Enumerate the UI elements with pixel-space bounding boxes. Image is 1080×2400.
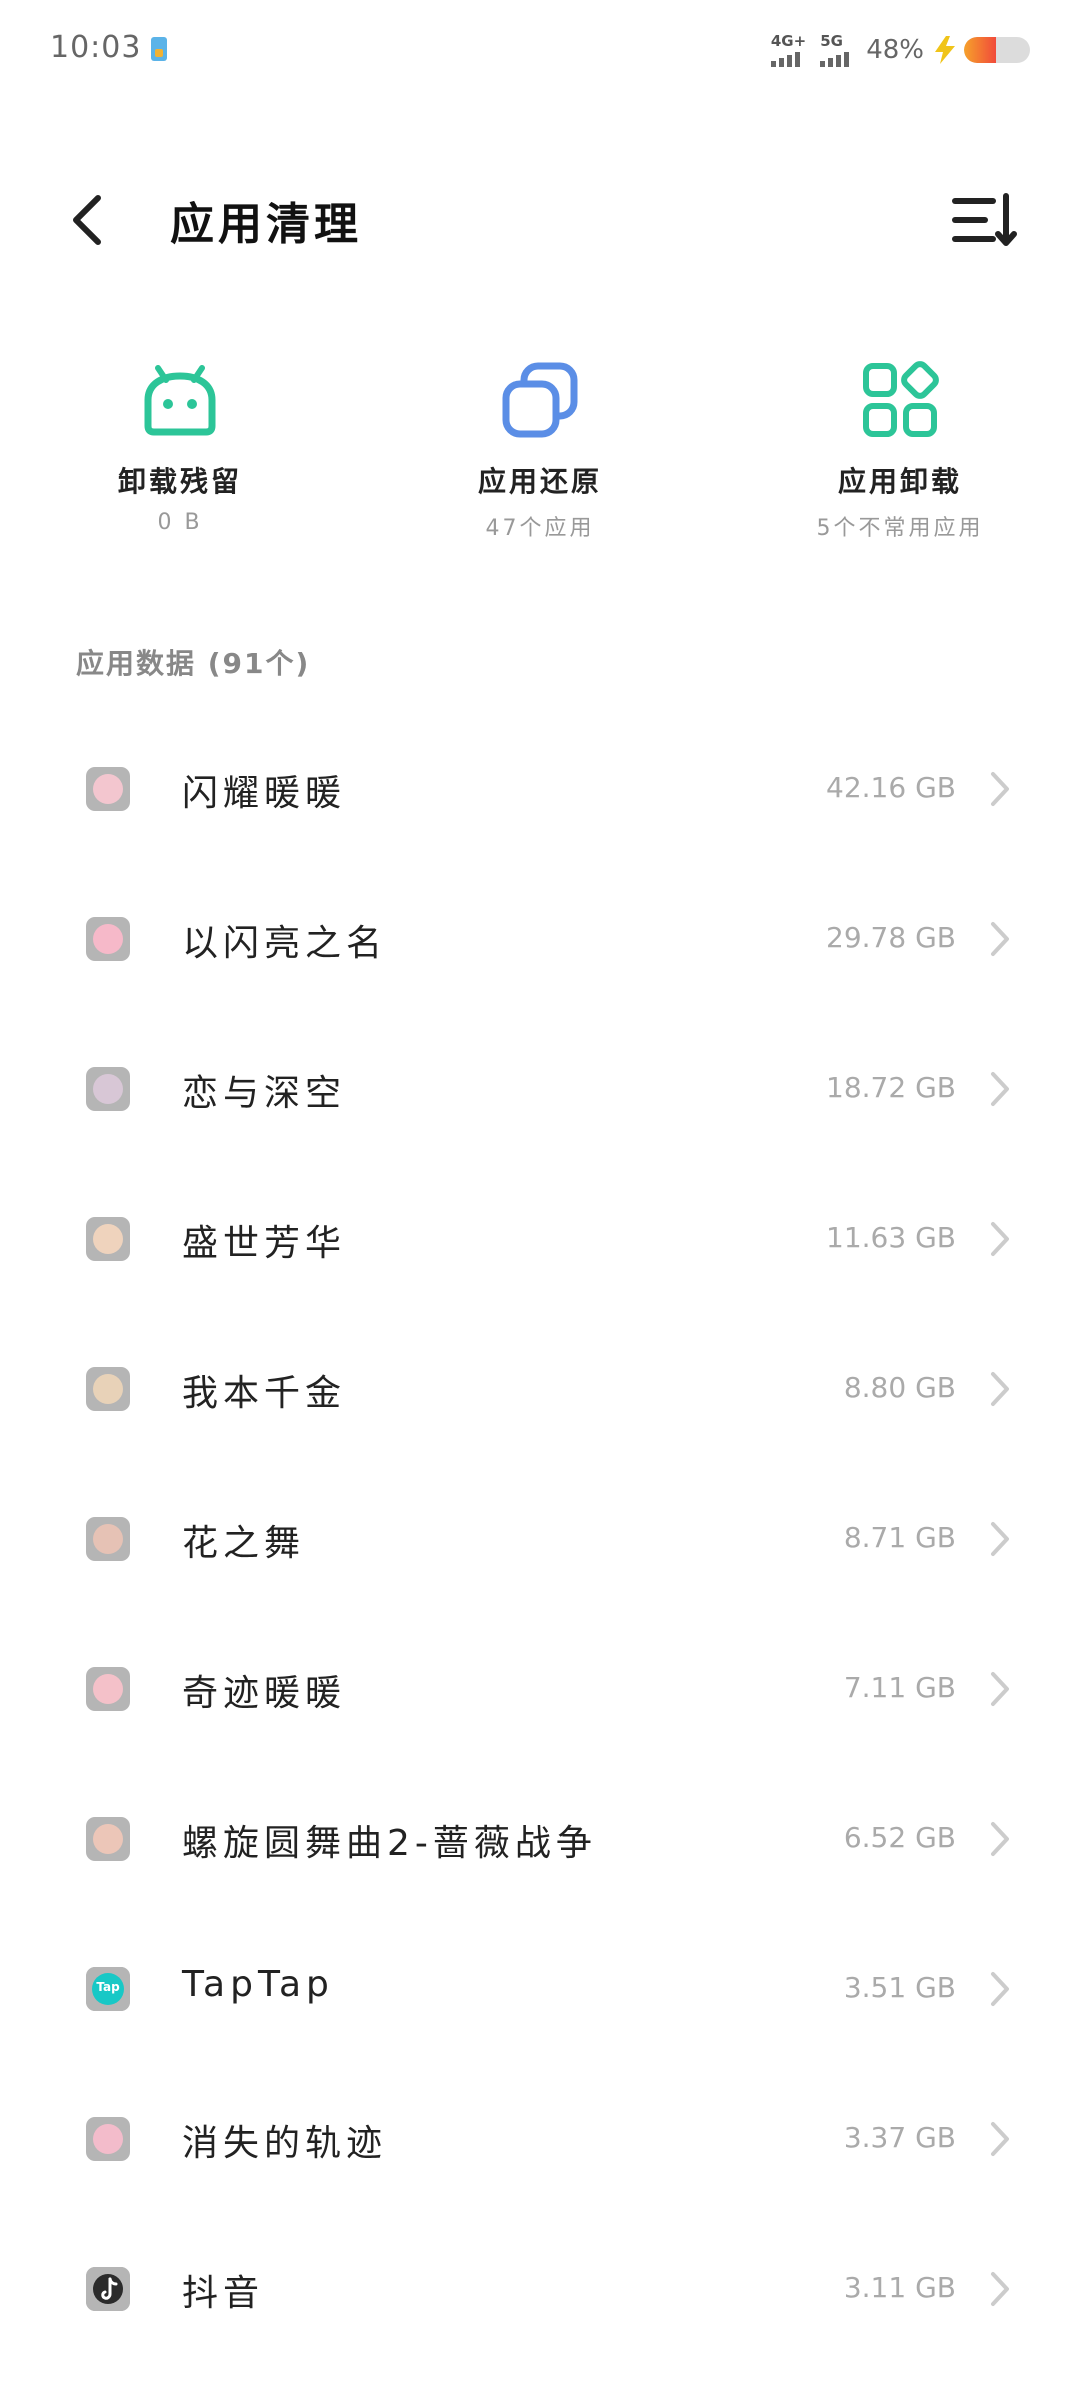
app-name: 我本千金 [182, 1373, 347, 1414]
list-item[interactable]: 闪耀暖暖 42.16 GB [0, 714, 1080, 864]
network-4g-label: 4G+ [770, 31, 807, 50]
chevron-right-icon [991, 2272, 1009, 2306]
chevron-right-icon [991, 1372, 1009, 1406]
avatar-face [93, 1524, 123, 1554]
app-name: 奇迹暖暖 [182, 1673, 347, 1714]
app-name: 消失的轨迹 [182, 2123, 388, 2164]
app-size: 18.72 GB [826, 1071, 956, 1104]
app-size: 8.71 GB [843, 1521, 956, 1554]
status-bar: 10:03 4G+ 5G 48% [0, 0, 1080, 100]
status-time: 10:03 [50, 30, 142, 65]
avatar-face [93, 1224, 123, 1254]
chevron-right-icon [991, 2122, 1009, 2156]
app-size: 42.16 GB [826, 771, 956, 804]
app-name: 抖音 [182, 2273, 265, 2314]
action-label: 应用还原 [477, 465, 602, 498]
chevron-right-icon [991, 1222, 1009, 1256]
app-name: 以闪亮之名 [182, 923, 388, 964]
list-item[interactable]: 花之舞 8.71 GB [0, 1464, 1080, 1614]
android-icon [144, 365, 216, 436]
list-item[interactable]: Tap TapTap 3.51 GB [0, 1914, 1080, 2064]
list-item[interactable]: 我本千金 8.80 GB [0, 1314, 1080, 1464]
action-subtitle: 0 B [157, 510, 203, 535]
chevron-right-icon [991, 1822, 1009, 1856]
app-avatar-icon [86, 1817, 130, 1861]
app-avatar-icon [86, 767, 130, 811]
app-name: 花之舞 [182, 1523, 306, 1564]
chevron-right-icon [991, 1522, 1009, 1556]
action-subtitle: 47个应用 [485, 516, 595, 541]
avatar-face [93, 2124, 123, 2154]
battery-fill [964, 37, 996, 63]
app-size: 3.37 GB [843, 2121, 956, 2154]
chevron-right-icon [991, 1672, 1009, 1706]
sort-icon[interactable] [950, 190, 1020, 250]
chevron-right-icon [991, 1072, 1009, 1106]
app-name: 螺旋圆舞曲2-蔷薇战争 [182, 1823, 597, 1864]
avatar-face [93, 1374, 123, 1404]
app-list: 闪耀暖暖 42.16 GB 以闪亮之名 29.78 GB 恋与深空 18.72 … [0, 714, 1080, 2364]
avatar-face [93, 1074, 123, 1104]
app-size: 3.51 GB [843, 1971, 956, 2004]
app-avatar-icon [86, 1667, 130, 1711]
chevron-right-icon [991, 1972, 1009, 2006]
avatar-face [93, 1674, 123, 1704]
section-header: 应用数据 (91个) [76, 647, 311, 680]
signal-bars-icon [820, 51, 852, 67]
network-4g-indicator: 4G+ [770, 31, 807, 67]
list-item[interactable]: 盛世芳华 11.63 GB [0, 1164, 1080, 1314]
app-size: 6.52 GB [843, 1821, 956, 1854]
action-app-uninstall[interactable]: 应用卸载 5个不常用应用 [720, 360, 1080, 560]
signal-bars-icon [770, 51, 803, 67]
app-avatar-icon [86, 1067, 130, 1111]
phone-notification-icon [151, 37, 167, 61]
status-indicators: 4G+ 5G 48% [770, 30, 1030, 70]
back-arrow-icon[interactable] [60, 190, 120, 250]
network-5g-label: 5G [820, 31, 843, 50]
list-item[interactable]: 消失的轨迹 3.37 GB [0, 2064, 1080, 2214]
chevron-right-icon [991, 922, 1009, 956]
action-label: 应用卸载 [837, 465, 962, 498]
action-label: 卸载残留 [117, 465, 242, 498]
app-avatar-icon [86, 917, 130, 961]
app-name: 盛世芳华 [182, 1223, 347, 1264]
page-title: 应用清理 [170, 199, 362, 250]
list-item[interactable]: 螺旋圆舞曲2-蔷薇战争 6.52 GB [0, 1764, 1080, 1914]
app-size: 11.63 GB [826, 1221, 956, 1254]
list-item[interactable]: 奇迹暖暖 7.11 GB [0, 1614, 1080, 1764]
app-name: 闪耀暖暖 [182, 773, 347, 814]
restore-copy-icon [502, 362, 578, 438]
apps-grid-icon [863, 361, 939, 437]
quick-actions: 卸载残留 0 B 应用还原 47个应用 应用卸载 5个不常用应用 [0, 360, 1080, 560]
avatar-face [93, 924, 123, 954]
app-avatar-icon [86, 1367, 130, 1411]
app-avatar-icon [86, 1517, 130, 1561]
app-size: 7.11 GB [843, 1671, 956, 1704]
taptap-icon: Tap [86, 1967, 130, 2011]
chevron-right-icon [991, 772, 1009, 806]
list-item[interactable]: 以闪亮之名 29.78 GB [0, 864, 1080, 1014]
app-avatar-icon [86, 1217, 130, 1261]
action-uninstall-residue[interactable]: 卸载残留 0 B [0, 360, 360, 560]
taptap-badge-text: Tap [96, 1980, 120, 1994]
network-5g-indicator: 5G [820, 31, 852, 67]
app-size: 29.78 GB [826, 921, 956, 954]
avatar-face [93, 1824, 123, 1854]
app-avatar-icon [86, 2117, 130, 2161]
battery-percent: 48% [866, 35, 924, 65]
app-size: 3.11 GB [843, 2271, 956, 2304]
app-name: 恋与深空 [182, 1073, 347, 1114]
battery-icon [964, 37, 1030, 63]
app-name: TapTap [182, 1964, 334, 2005]
app-header: 应用清理 [0, 170, 1080, 270]
list-item[interactable]: 恋与深空 18.72 GB [0, 1014, 1080, 1164]
action-app-restore[interactable]: 应用还原 47个应用 [360, 360, 720, 560]
app-size: 8.80 GB [843, 1371, 956, 1404]
avatar-face [93, 774, 123, 804]
tiktok-icon [86, 2267, 130, 2311]
action-subtitle: 5个不常用应用 [816, 516, 984, 541]
list-item[interactable]: 抖音 3.11 GB [0, 2214, 1080, 2364]
charging-bolt-icon [935, 36, 955, 64]
